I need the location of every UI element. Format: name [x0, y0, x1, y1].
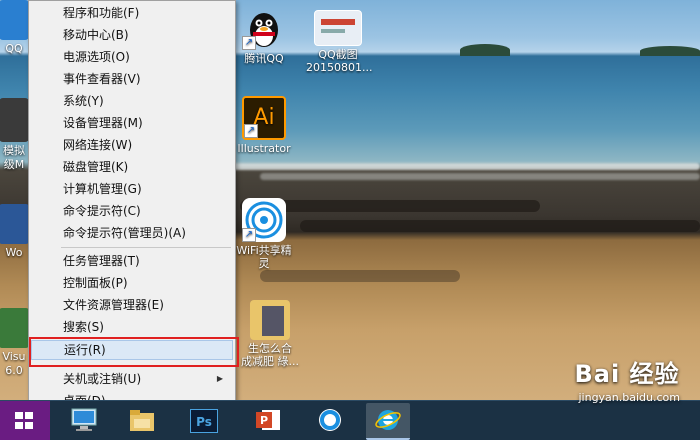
menu-item-computer-management[interactable]: 计算机管理(G) [31, 179, 233, 199]
word-icon [0, 204, 29, 244]
menu-item-device-manager[interactable]: 设备管理器(M) [31, 113, 233, 133]
menu-item-shutdown-signout[interactable]: 关机或注销(U) ▶ [31, 369, 233, 389]
simulator-icon [0, 98, 29, 142]
desktop-icon-label: QQ截图 20150801... [306, 48, 373, 74]
menu-item-task-manager[interactable]: 任务管理器(T) [31, 251, 233, 271]
screenshot-thumbnail-icon [314, 10, 362, 46]
menu-item-system[interactable]: 系统(Y) [31, 91, 233, 111]
menu-item-control-panel[interactable]: 控制面板(P) [31, 273, 233, 293]
wave-foam [260, 173, 700, 180]
baidu-watermark: Bai 经验 jingyan.baidu.com [574, 354, 680, 404]
start-button[interactable] [0, 401, 50, 440]
visual-icon [0, 308, 29, 348]
taskbar-item-photoshop[interactable]: Ps [182, 403, 226, 438]
menu-item-network-connections[interactable]: 网络连接(W) [31, 135, 233, 155]
menu-item-file-explorer[interactable]: 文件资源管理器(E) [31, 295, 233, 315]
watermark-brand: Bai 经验 [574, 360, 680, 388]
folder-icon [130, 410, 154, 431]
photoshop-icon: Ps [190, 409, 218, 433]
menu-item-command-prompt-admin[interactable]: 命令提示符(管理员)(A) [31, 223, 233, 243]
folder-icon [250, 300, 290, 340]
menu-item-event-viewer[interactable]: 事件查看器(V) [31, 69, 233, 89]
internet-explorer-icon [375, 410, 401, 430]
desktop-icon-label: 腾讯QQ [244, 52, 284, 65]
desktop-icon-label: 生怎么合 成减肥 綠... [241, 342, 299, 368]
menu-item-power-options[interactable]: 电源选项(O) [31, 47, 233, 67]
desktop-icon-label: Illustrator [237, 142, 291, 155]
submenu-arrow-icon: ▶ [216, 374, 223, 383]
watermark-url: jingyan.baidu.com [578, 391, 680, 404]
shortcut-arrow-icon: ↗ [242, 228, 256, 242]
island [640, 46, 700, 56]
island [460, 44, 510, 56]
seaweed [300, 220, 700, 232]
taskbar: Ps P [0, 400, 700, 440]
taskbar-item-powerpoint[interactable]: P [246, 403, 290, 438]
menu-item-mobility-center[interactable]: 移动中心(B) [31, 25, 233, 45]
seaweed [260, 270, 460, 282]
powerpoint-icon: P [256, 410, 280, 430]
wave-foam [230, 163, 700, 170]
highlight-annotation-box [29, 337, 239, 367]
menu-separator [61, 247, 231, 248]
taskbar-item-computer[interactable] [62, 403, 106, 438]
windows-logo-icon [15, 412, 33, 429]
menu-item-search[interactable]: 搜索(S) [31, 317, 233, 337]
menu-item-programs-features[interactable]: 程序和功能(F) [31, 3, 233, 23]
menu-item-label: 关机或注销(U) [63, 372, 142, 386]
taskbar-item-file-explorer[interactable] [120, 403, 164, 438]
shortcut-arrow-icon: ↗ [244, 124, 258, 138]
qq-icon [0, 0, 29, 40]
desktop-icon-illustrator[interactable]: Ai ↗ Illustrator [232, 96, 296, 156]
svg-text:P: P [260, 414, 268, 427]
shortcut-arrow-icon: ↗ [242, 36, 256, 50]
wifi-share-icon: ↗ [242, 198, 286, 242]
taskbar-item-qq-browser[interactable] [308, 403, 352, 438]
desktop-icon-folder[interactable]: 生怎么合 成减肥 綠... [238, 300, 302, 368]
menu-item-command-prompt[interactable]: 命令提示符(C) [31, 201, 233, 221]
desktop-icon-tencent-qq[interactable]: ↗ 腾讯QQ [234, 6, 294, 66]
desktop-icon-qq-screenshot[interactable]: QQ截图 20150801... [306, 6, 373, 74]
taskbar-item-internet-explorer[interactable] [366, 403, 410, 440]
menu-item-disk-management[interactable]: 磁盘管理(K) [31, 157, 233, 177]
desktop-icon-label: WiFi共享精 灵 [236, 244, 292, 270]
browser-icon [319, 409, 341, 431]
qq-penguin-icon: ↗ [242, 6, 286, 50]
desktop-icon-wifi[interactable]: ↗ WiFi共享精 灵 [232, 198, 296, 270]
illustrator-icon: Ai ↗ [242, 96, 286, 140]
computer-icon [71, 408, 97, 431]
